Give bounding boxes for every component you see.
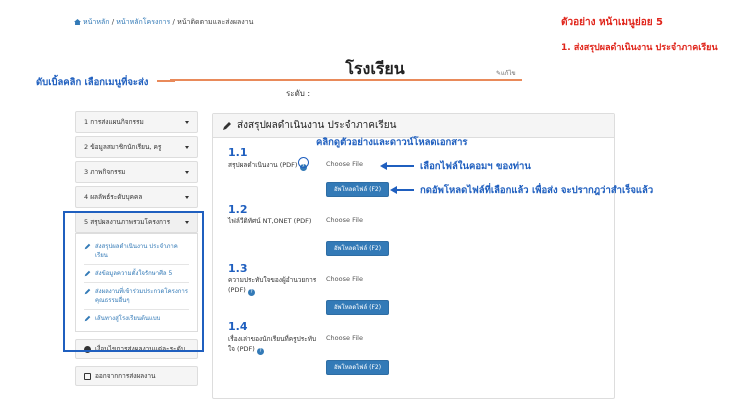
caret-down-icon <box>185 121 189 124</box>
help-icon[interactable]: ? <box>256 348 264 355</box>
choose-file-button[interactable]: Choose File <box>326 334 363 342</box>
menu-item-label: 2 ข้อมูลสมาชิกนักเรียน, ครู <box>84 143 162 151</box>
edit-link[interactable]: ✎แก้ไข <box>496 68 516 78</box>
home-icon <box>74 19 81 25</box>
annotation-arrow-head <box>390 186 397 194</box>
breadcrumb: หน้าหลัก / หน้าหลักโครงการ / หน้าติดตามแ… <box>74 17 253 28</box>
menu-item-activity-plan[interactable]: 1 การส่งแผนกิจกรรม <box>75 111 198 133</box>
caret-down-icon <box>185 171 189 174</box>
breadcrumb-home[interactable]: หน้าหลัก <box>83 18 109 26</box>
pencil-icon <box>223 121 231 130</box>
panel-heading-text: ส่งสรุปผลดำเนินงาน ประจำภาคเรียน <box>237 120 397 131</box>
section-number: 1.3 <box>228 262 248 275</box>
choose-file-button[interactable]: Choose File <box>326 160 363 168</box>
annotation-arrow <box>396 189 414 191</box>
annotation-arrow <box>386 165 414 167</box>
annotation-upload: กดอัพโหลดไฟล์ที่เลือกแล้ว เพื่อส่ง จะปรา… <box>420 185 654 196</box>
menu-item-activity-photos[interactable]: 3 ภาพกิจกรรม <box>75 161 198 183</box>
menu-item-label: 1 การส่งแผนกิจกรรม <box>84 118 144 126</box>
annotation-choose-file: เลือกไฟล์ในคอมฯ ของท่าน <box>420 161 531 172</box>
upload-panel: ส่งสรุปผลดำเนินงาน ประจำภาคเรียน <box>212 113 615 399</box>
title-divider <box>170 79 522 81</box>
caret-down-icon <box>185 196 189 199</box>
section-label: เรื่องเล่าของนักเรียนที่ครูประทับใจ (PDF… <box>228 335 317 355</box>
exit-label: ออกจากการส่งผลงาน <box>95 372 156 380</box>
menu-item-label: 3 ภาพกิจกรรม <box>84 168 126 176</box>
annotation-double-click: ดับเบิ้ลคลิก เลือกเมนูที่จะส่ง <box>36 77 149 88</box>
breadcrumb-parent[interactable]: หน้าหลักโครงการ <box>116 18 170 26</box>
menu-item-member-data[interactable]: 2 ข้อมูลสมาชิกนักเรียน, ครู <box>75 136 198 158</box>
exit-button[interactable]: ออกจากการส่งผลงาน <box>75 366 198 386</box>
breadcrumb-current: หน้าติดตามและส่งผลงาน <box>177 18 254 26</box>
annotation-circle <box>298 157 309 168</box>
upload-button[interactable]: อัพโหลดไฟล์ (F2) <box>326 300 389 315</box>
upload-button[interactable]: อัพโหลดไฟล์ (F2) <box>326 182 389 197</box>
choose-file-button[interactable]: Choose File <box>326 216 363 224</box>
menu-item-individual-results[interactable]: 4 ผลลัพธ์ระดับบุคคล <box>75 186 198 208</box>
annotation-arrow <box>157 80 175 82</box>
upload-button[interactable]: อัพโหลดไฟล์ (F2) <box>326 360 389 375</box>
section-number: 1.1 <box>228 146 248 159</box>
annotation-example-subtitle: 1. ส่งสรุปผลดำเนินงาน ประจำภาคเรียน <box>561 43 718 53</box>
annotation-example-title: ตัวอย่าง หน้าเมนูย่อย 5 <box>561 17 664 28</box>
section-label: ไฟล์วีดิทัศน์ NT,ONET (PDF) <box>228 217 312 225</box>
caret-down-icon <box>185 146 189 149</box>
section-number: 1.2 <box>228 203 248 216</box>
help-icon[interactable]: ? <box>247 289 255 296</box>
sign-out-icon <box>84 372 91 380</box>
section-number: 1.4 <box>228 320 248 333</box>
choose-file-button[interactable]: Choose File <box>326 275 363 283</box>
highlight-box <box>63 211 204 352</box>
annotation-arrow-head <box>380 162 387 170</box>
level-label: ระดับ : <box>286 89 311 98</box>
upload-button[interactable]: อัพโหลดไฟล์ (F2) <box>326 241 389 256</box>
section-label: ความประทับใจของผู้อำนวยการ (PDF) ? <box>228 276 317 296</box>
edit-label: แก้ไข <box>501 70 516 77</box>
section-label: สรุปผลดำเนินงาน (PDF) ? <box>228 160 328 171</box>
menu-item-label: 4 ผลลัพธ์ระดับบุคคล <box>84 193 143 201</box>
annotation-click-example: คลิกดูตัวอย่างและดาวน์โหลดเอกสาร <box>316 137 468 148</box>
